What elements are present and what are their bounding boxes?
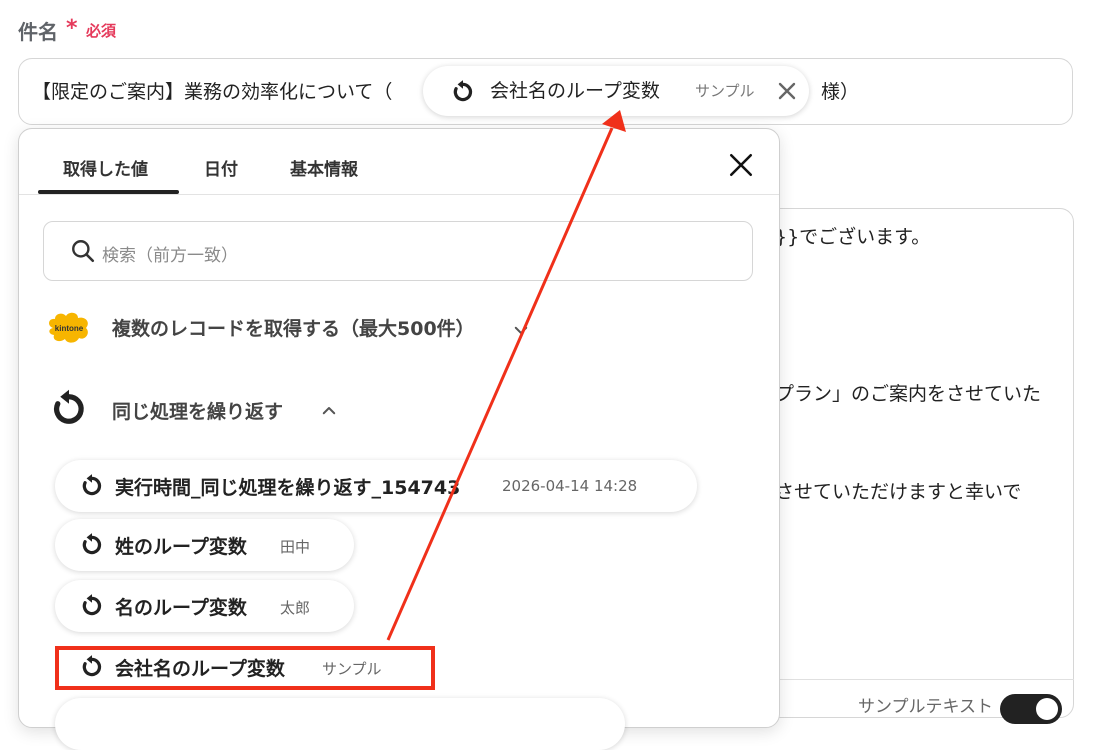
loop-icon (82, 474, 102, 496)
loop-icon (82, 594, 102, 616)
variable-chip-partial[interactable] (55, 698, 625, 750)
remove-chip-icon[interactable] (775, 79, 799, 103)
body-text-line: させていただけますと幸いで (775, 481, 1022, 503)
subject-suffix-text: 様） (821, 81, 860, 103)
chevron-down-icon[interactable] (512, 321, 530, 339)
chip-label: 実行時間_同じ処理を繰り返す_154743 (115, 477, 461, 499)
loop-icon (54, 389, 84, 424)
body-footer-label: サンプルテキスト (858, 697, 993, 717)
variable-chip-execution-time[interactable]: 実行時間_同じ処理を繰り返す_154743 2026-04-14 14:28 (55, 460, 697, 512)
chip-sample: 田中 (280, 538, 311, 556)
required-mark: * (66, 16, 78, 41)
loop-icon (453, 80, 473, 102)
footer-toggle[interactable] (1000, 694, 1062, 724)
kintone-logo-icon: kintone (49, 312, 88, 343)
chip-label: 姓のループ変数 (115, 536, 247, 558)
subject-label: 件名 (18, 20, 58, 44)
tab-acquired-values[interactable]: 取得した値 (63, 155, 148, 180)
svg-text:kintone: kintone (55, 324, 84, 333)
variable-chip-last-name[interactable]: 姓のループ変数 田中 (55, 519, 354, 571)
group-kintone-records[interactable]: 複数のレコードを取得する（最大500件） (112, 314, 475, 341)
chip-sample: 太郎 (280, 599, 311, 617)
chip-sample: サンプル (695, 82, 755, 100)
chip-label: 名のループ変数 (115, 597, 247, 619)
close-icon[interactable] (728, 152, 754, 178)
annotation-highlight-box (55, 646, 435, 690)
search-placeholder: 検索（前方一致） (102, 246, 238, 266)
chip-sample: 2026-04-14 14:28 (502, 477, 638, 495)
chip-label: 会社名のループ変数 (490, 80, 660, 102)
tab-basic-info[interactable]: 基本情報 (290, 155, 358, 180)
tab-date[interactable]: 日付 (204, 155, 238, 180)
loop-icon (82, 533, 102, 555)
body-textarea[interactable] (760, 208, 1074, 718)
body-footer-divider (760, 679, 1074, 680)
chevron-up-icon[interactable] (320, 402, 338, 420)
search-icon (72, 240, 95, 263)
tab-divider (19, 194, 779, 195)
variable-picker-panel (18, 128, 780, 728)
required-text: 必須 (86, 22, 117, 40)
group-loop[interactable]: 同じ処理を繰り返す (112, 397, 283, 424)
body-text-line: }}でございます。 (775, 226, 931, 248)
subject-prefix-text: 【限定のご案内】業務の効率化について（ (32, 81, 393, 103)
subject-variable-chip[interactable]: 会社名のループ変数 サンプル (423, 66, 809, 116)
body-text-line: プラン」のご案内をさせていた (775, 383, 1042, 405)
variable-chip-first-name[interactable]: 名のループ変数 太郎 (55, 580, 354, 632)
